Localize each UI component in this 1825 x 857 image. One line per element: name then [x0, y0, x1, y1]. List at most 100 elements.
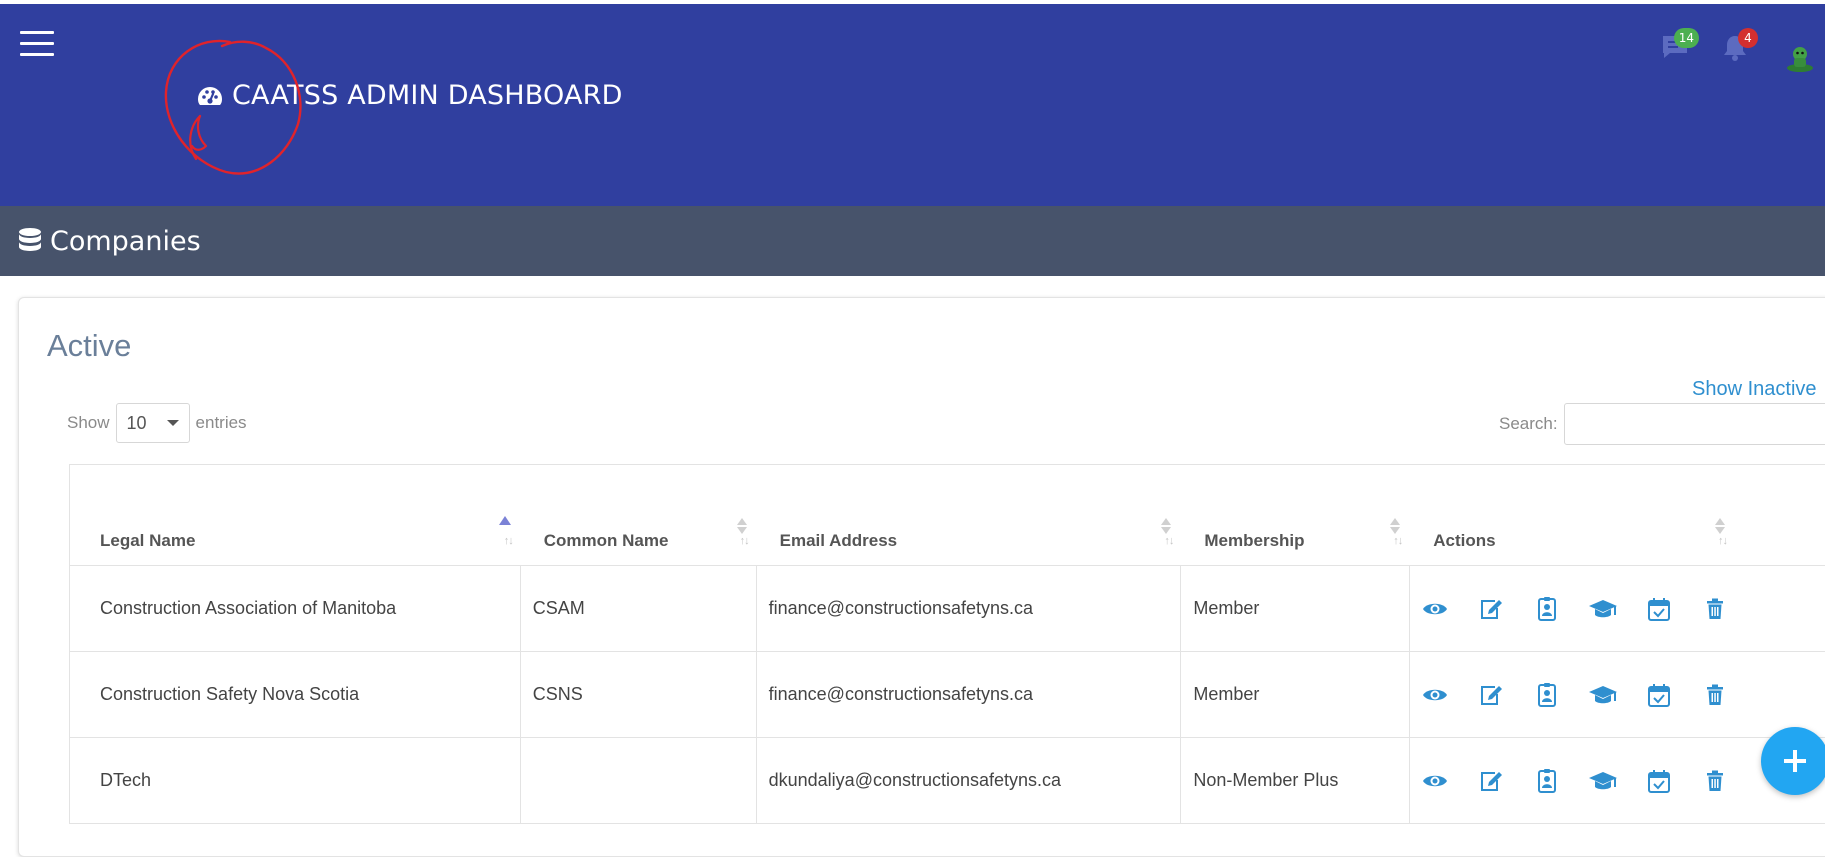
trash-icon: [1707, 684, 1724, 705]
entries-label: entries: [195, 413, 247, 432]
cell-membership: Non-Member Plus: [1181, 738, 1411, 823]
edit-icon: [1481, 685, 1503, 705]
cell-email: finance@constructionsafetyns.ca: [757, 652, 1182, 737]
edit-icon: [1481, 599, 1503, 619]
calendar-check-icon: [1648, 683, 1671, 707]
cell-membership: Member: [1181, 566, 1411, 651]
messages-button[interactable]: 14: [1661, 28, 1699, 64]
sort-both-icon: [1161, 518, 1172, 534]
cell-actions: [1410, 652, 1825, 737]
page-size-value: 10: [126, 412, 147, 433]
section-title: Companies: [50, 225, 201, 257]
search-label: Search:: [1499, 414, 1558, 433]
column-label: Membership: [1204, 531, 1305, 550]
dashboard-title[interactable]: CAATSS ADMIN DASHBOARD: [196, 80, 623, 111]
delete-button[interactable]: [1700, 680, 1730, 710]
cell-common-name: [521, 738, 757, 823]
cell-email: dkundaliya@constructionsafetyns.ca: [757, 738, 1182, 823]
calendar-check-icon: [1648, 597, 1671, 621]
schedule-button[interactable]: [1644, 594, 1674, 624]
id-card-button[interactable]: [1532, 766, 1562, 796]
plus-icon: [1784, 750, 1806, 772]
sort-both-icon: [736, 518, 747, 534]
cell-legal-name: Construction Association of Manitoba: [70, 566, 521, 651]
column-label: Actions: [1433, 531, 1496, 550]
eye-icon: [1423, 775, 1448, 786]
column-label: Legal Name: [100, 531, 196, 550]
trash-icon: [1707, 770, 1724, 791]
column-header-common-name[interactable]: Common Name ↑↓: [521, 465, 757, 565]
card-title: Active: [47, 328, 132, 363]
view-button[interactable]: [1420, 594, 1450, 624]
section-header: Companies: [0, 206, 1825, 276]
sort-icon: ↑↓: [739, 535, 750, 547]
schedule-button[interactable]: [1644, 766, 1674, 796]
sort-icon: ↑↓: [503, 535, 514, 547]
table-row: DTech dkundaliya@constructionsafetyns.ca…: [70, 738, 1825, 824]
training-button[interactable]: [1588, 766, 1618, 796]
table-row: Construction Safety Nova Scotia CSNS fin…: [70, 652, 1825, 738]
graduation-cap-icon: [1589, 771, 1618, 789]
id-card-button[interactable]: [1532, 594, 1562, 624]
id-card-button[interactable]: [1532, 680, 1562, 710]
view-button[interactable]: [1420, 766, 1450, 796]
trash-icon: [1707, 598, 1724, 619]
graduation-cap-icon: [1589, 685, 1618, 703]
training-button[interactable]: [1588, 680, 1618, 710]
page-size-select[interactable]: 10: [115, 403, 190, 443]
top-app-bar: CAATSS ADMIN DASHBOARD 14 4: [0, 4, 1825, 206]
show-inactive-link[interactable]: Show Inactive: [1692, 378, 1817, 401]
cell-actions: [1410, 566, 1825, 651]
cell-common-name: CSAM: [521, 566, 757, 651]
id-badge-icon: [1538, 682, 1557, 707]
chevron-down-icon: [166, 420, 179, 426]
entries-length-control: Show 10 entries: [67, 403, 247, 443]
companies-card: Active Show Inactive Show 10 entries Sea…: [18, 297, 1825, 857]
database-icon: [19, 228, 41, 251]
id-badge-icon: [1538, 596, 1557, 621]
table-header-row: Legal Name ↑↓ Common Name ↑↓ Email Addre…: [70, 465, 1825, 566]
edit-button[interactable]: [1476, 680, 1506, 710]
companies-table: Legal Name ↑↓ Common Name ↑↓ Email Addre…: [69, 464, 1825, 824]
dashboard-title-text: CAATSS ADMIN DASHBOARD: [232, 80, 623, 111]
column-header-email[interactable]: Email Address ↑↓: [757, 465, 1182, 565]
sort-ascending-icon: [498, 516, 511, 525]
messages-badge: 14: [1673, 28, 1699, 48]
edit-icon: [1481, 771, 1503, 791]
sort-icon: ↑↓: [1393, 535, 1403, 547]
delete-button[interactable]: [1700, 766, 1730, 796]
cell-common-name: CSNS: [521, 652, 757, 737]
calendar-check-icon: [1648, 769, 1671, 793]
column-label: Email Address: [779, 531, 898, 550]
column-header-actions[interactable]: Actions ↑↓: [1410, 465, 1825, 565]
sort-both-icon: [1390, 518, 1401, 534]
column-label: Common Name: [543, 531, 669, 550]
delete-button[interactable]: [1700, 594, 1730, 624]
gauge-icon: [198, 86, 222, 105]
eye-icon: [1423, 689, 1448, 700]
search-input[interactable]: [1563, 403, 1825, 445]
user-avatar-icon: [1787, 47, 1813, 72]
cell-membership: Member: [1181, 652, 1411, 737]
schedule-button[interactable]: [1644, 680, 1674, 710]
user-avatar[interactable]: [1785, 42, 1815, 76]
cell-email: finance@constructionsafetyns.ca: [757, 566, 1182, 651]
search-control: Search:: [1499, 403, 1825, 445]
graduation-cap-icon: [1589, 599, 1618, 617]
table-row: Construction Association of Manitoba CSA…: [70, 566, 1825, 652]
sort-both-icon: [1715, 518, 1726, 534]
hamburger-icon[interactable]: [20, 31, 54, 57]
eye-icon: [1423, 603, 1448, 614]
edit-button[interactable]: [1476, 766, 1506, 796]
training-button[interactable]: [1588, 594, 1618, 624]
sort-icon: ↑↓: [1164, 535, 1174, 547]
cell-legal-name: Construction Safety Nova Scotia: [70, 652, 521, 737]
column-header-membership[interactable]: Membership ↑↓: [1181, 465, 1410, 565]
column-header-legal-name[interactable]: Legal Name ↑↓: [70, 465, 521, 565]
show-label: Show: [67, 413, 110, 432]
edit-button[interactable]: [1476, 594, 1506, 624]
notifications-button[interactable]: 4: [1722, 28, 1758, 66]
notifications-badge: 4: [1738, 28, 1758, 48]
add-company-button[interactable]: [1761, 727, 1825, 795]
view-button[interactable]: [1420, 680, 1450, 710]
